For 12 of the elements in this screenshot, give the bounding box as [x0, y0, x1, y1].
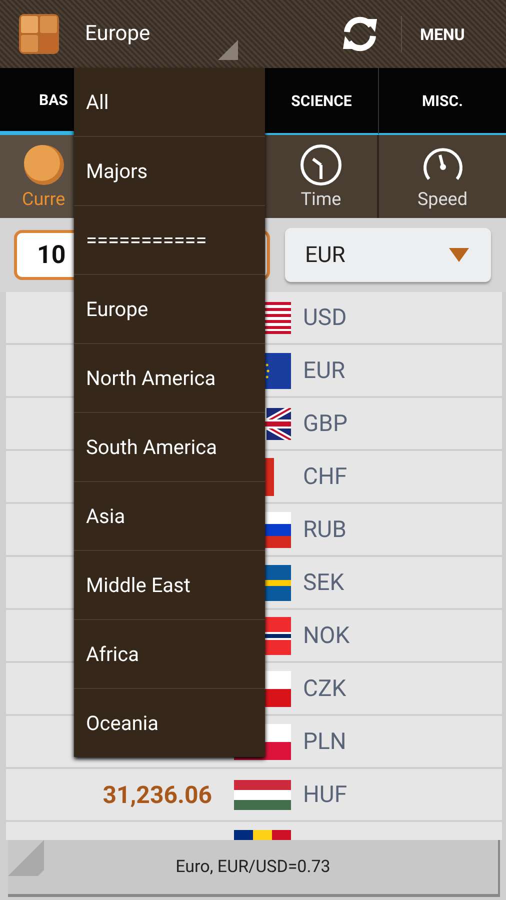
currency-code: HUF — [303, 781, 348, 808]
currency-code: GBP — [303, 410, 348, 437]
currency-code: CZK — [303, 675, 346, 702]
currency-code: EUR — [303, 357, 346, 384]
status-text: Euro, EUR/USD=0.73 — [176, 857, 330, 877]
currency-code: RUB — [303, 516, 346, 543]
currency-code: SEK — [303, 569, 344, 596]
amount-text: 31,236.06 — [102, 780, 212, 808]
currency-code: CHF — [303, 463, 348, 490]
currency-code: USD — [303, 304, 347, 331]
currency-code: PLN — [303, 728, 346, 755]
currency-code: NOK — [303, 622, 350, 649]
